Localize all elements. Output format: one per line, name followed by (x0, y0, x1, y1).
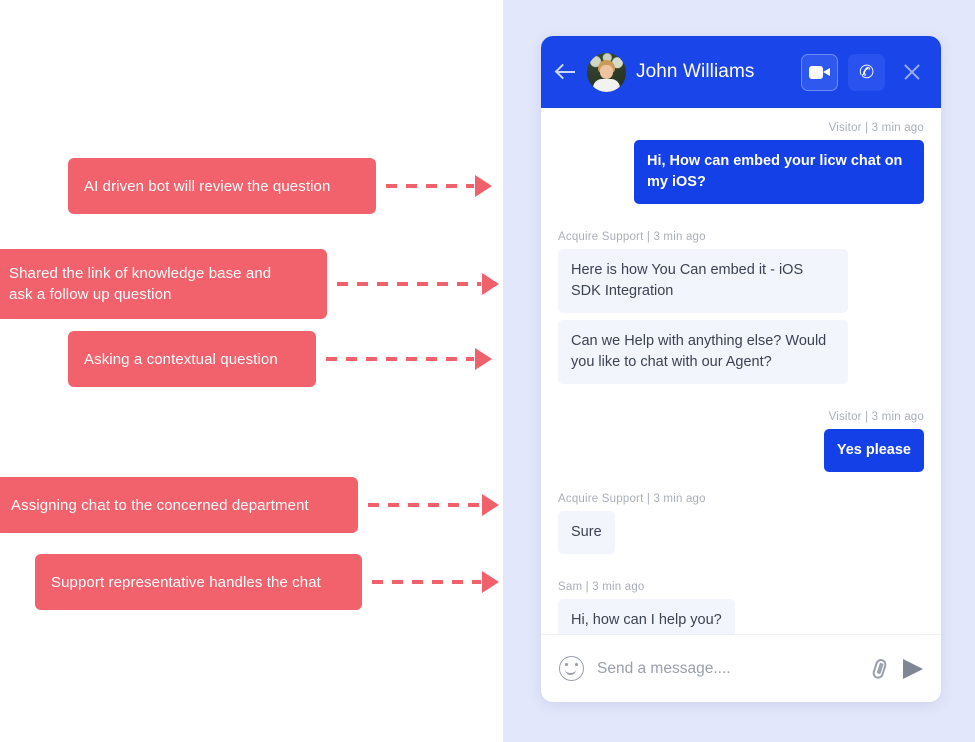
message-group: Acquire Support | 3 min ago Sure (558, 493, 924, 561)
voice-call-button[interactable]: ✆ (848, 53, 885, 91)
message-bubble: Hi, How can embed your licw chat on my i… (634, 140, 924, 204)
message-group: Visitor | 3 min ago Hi, How can embed yo… (558, 122, 924, 211)
arrow-connector (337, 273, 499, 295)
message-bubble: Yes please (823, 429, 924, 472)
message-meta: Visitor | 3 min ago (828, 122, 924, 134)
arrow-head-icon (482, 571, 499, 593)
message-bubble: Hi, how can I help you? (558, 599, 735, 634)
message-meta: Sam | 3 min ago (558, 581, 645, 593)
message-meta: Acquire Support | 3 min ago (558, 231, 706, 243)
emoji-smiley-icon[interactable] (559, 656, 584, 681)
dashed-line (372, 580, 481, 584)
message-group: Acquire Support | 3 min ago Here is how … (558, 231, 924, 391)
send-arrow-icon[interactable] (903, 658, 923, 679)
phone-icon: ✆ (857, 61, 876, 83)
dashed-line (386, 184, 474, 188)
message-bubble: Sure (558, 511, 615, 554)
dashed-line (368, 503, 481, 507)
arrow-head-icon (482, 494, 499, 516)
message-bubble: Here is how You Can embed it - iOS SDK I… (558, 249, 848, 313)
annotation-label-line1: Shared the link of knowledge base and (9, 265, 272, 282)
annotation-label: Assigning chat to the concerned departme… (0, 477, 358, 533)
dashed-line (326, 357, 474, 361)
message-list: Visitor | 3 min ago Hi, How can embed yo… (541, 108, 941, 634)
chat-header: John Williams ✆ (541, 36, 941, 108)
arrow-connector (326, 348, 492, 370)
chat-widget: John Williams ✆ Visitor | 3 min ago Hi, … (541, 36, 941, 702)
arrow-head-icon (475, 175, 492, 197)
close-icon[interactable] (899, 59, 925, 85)
screenshot-stage: AI driven bot will review the question S… (0, 0, 975, 742)
message-group: Sam | 3 min ago Hi, how can I help you? (558, 581, 924, 634)
annotation-assign-department: Assigning chat to the concerned departme… (0, 477, 499, 533)
message-group: Visitor | 3 min ago Yes please (558, 411, 924, 479)
message-bubble: Can we Help with anything else? Would yo… (558, 320, 848, 384)
annotation-label-line2: ask a follow up question (9, 286, 172, 303)
chat-title: John Williams (636, 61, 755, 82)
annotation-label: Asking a contextual question (68, 331, 316, 387)
arrow-head-icon (482, 273, 499, 295)
avatar (587, 52, 626, 92)
back-arrow-icon[interactable] (555, 61, 577, 83)
arrow-head-icon (475, 348, 492, 370)
arrow-connector (368, 494, 499, 516)
dashed-line (337, 282, 481, 286)
arrow-connector (372, 571, 499, 593)
annotation-label: Shared the link of knowledge base and as… (0, 249, 327, 319)
annotation-support-rep-handles: Support representative handles the chat (35, 554, 499, 610)
annotation-shared-knowledge-base: Shared the link of knowledge base and as… (0, 249, 499, 319)
message-meta: Acquire Support | 3 min ago (558, 493, 706, 505)
annotation-label: AI driven bot will review the question (68, 158, 376, 214)
message-composer (541, 634, 941, 702)
annotation-label: Support representative handles the chat (35, 554, 362, 610)
video-camera-icon (809, 65, 830, 79)
annotation-ai-bot-review: AI driven bot will review the question (68, 158, 492, 214)
message-input[interactable] (595, 658, 859, 679)
video-call-button[interactable] (801, 53, 838, 91)
paperclip-icon[interactable] (867, 655, 893, 682)
message-meta: Visitor | 3 min ago (828, 411, 924, 423)
annotation-contextual-question: Asking a contextual question (68, 331, 492, 387)
arrow-connector (386, 175, 492, 197)
